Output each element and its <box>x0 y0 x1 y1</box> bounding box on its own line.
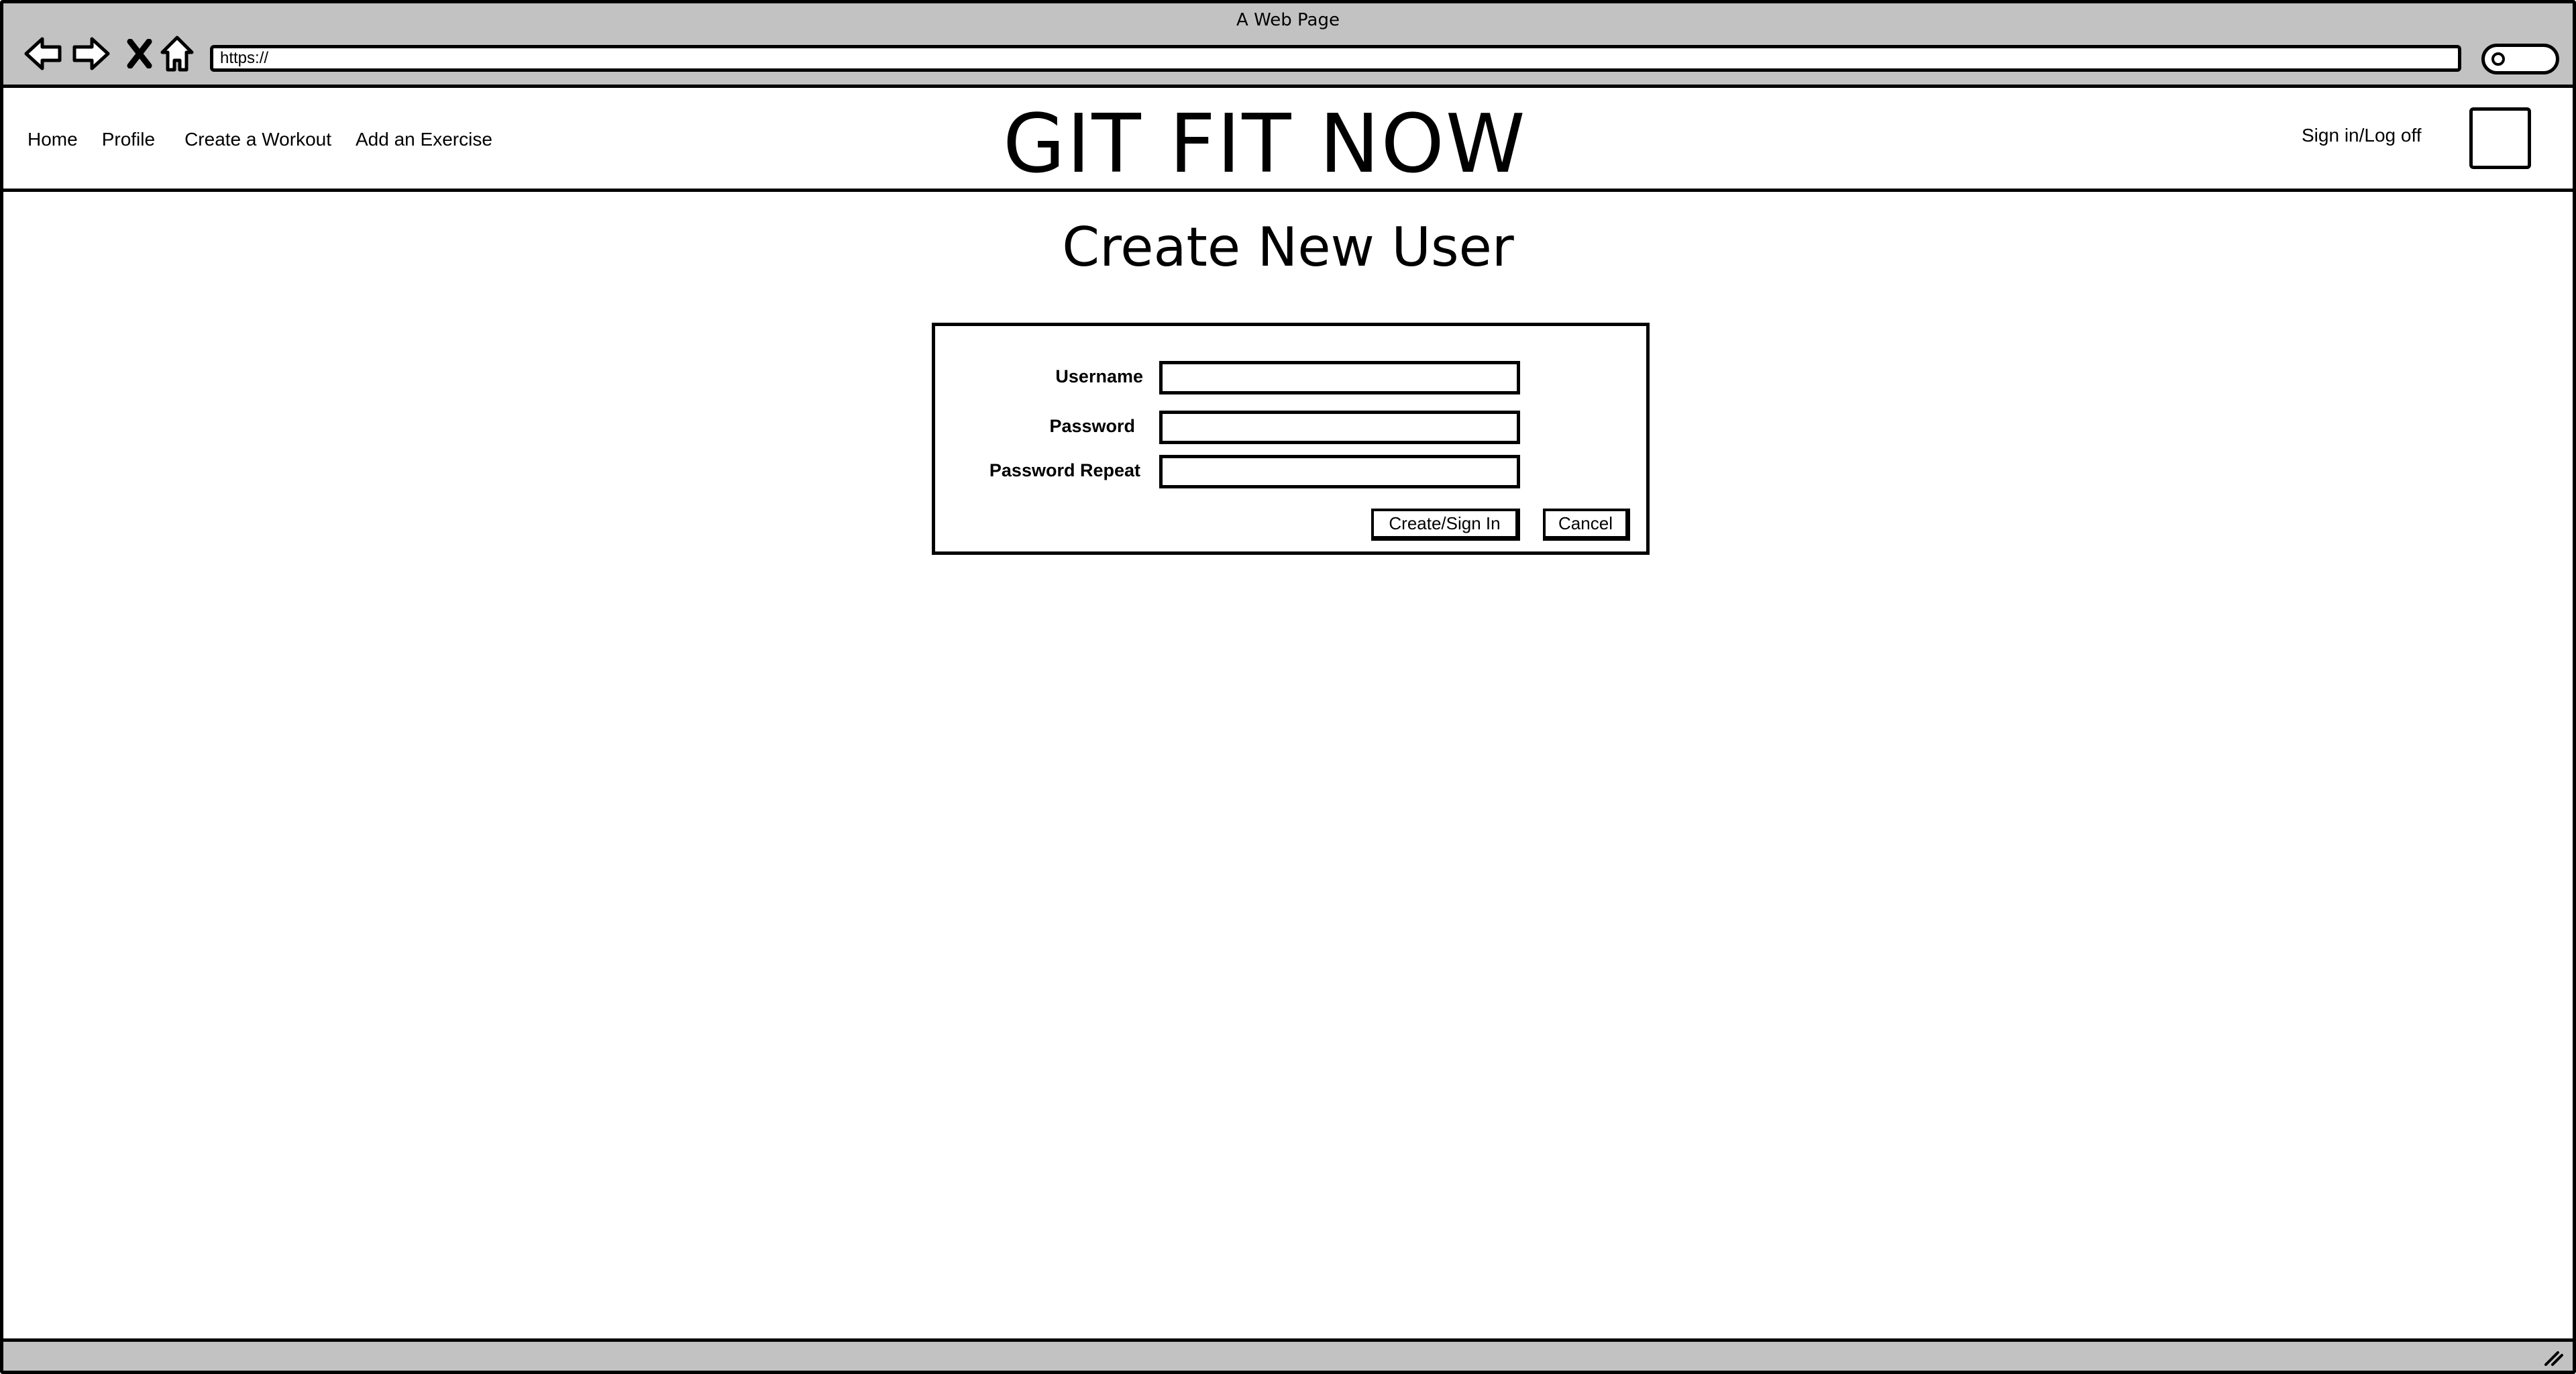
nav-link-add-exercise[interactable]: Add an Exercise <box>356 129 492 150</box>
nav-link-create-workout[interactable]: Create a Workout <box>184 129 331 150</box>
nav-link-profile[interactable]: Profile <box>102 129 155 150</box>
create-signin-button[interactable]: Create/Sign In <box>1371 509 1520 541</box>
window-title: A Web Page <box>1236 10 1340 30</box>
site-nav: Home Profile Create a Workout Add an Exe… <box>28 129 492 150</box>
site-brand: GIT FIT NOW <box>1003 98 1527 191</box>
avatar[interactable] <box>2469 107 2531 169</box>
browser-window: A Web Page https:// Home Profile Create … <box>0 0 2576 1374</box>
nav-link-home[interactable]: Home <box>28 129 78 150</box>
create-user-form: Username Password Password Repeat Create… <box>932 323 1650 555</box>
username-input[interactable] <box>1159 361 1520 394</box>
stop-icon[interactable] <box>119 33 160 74</box>
browser-status-bar <box>3 1338 2573 1371</box>
back-arrow-icon[interactable] <box>22 33 64 74</box>
site-header: Home Profile Create a Workout Add an Exe… <box>3 91 2573 192</box>
browser-search-button[interactable] <box>2481 44 2559 74</box>
forward-arrow-icon[interactable] <box>70 33 112 74</box>
home-icon[interactable] <box>156 33 198 74</box>
password-input[interactable] <box>1159 411 1520 444</box>
url-bar[interactable]: https:// <box>210 45 2461 72</box>
password-repeat-input[interactable] <box>1159 455 1520 488</box>
browser-toolbar: A Web Page https:// <box>3 3 2573 88</box>
search-icon <box>2491 52 2505 66</box>
resize-grip-icon[interactable] <box>2543 1349 2563 1367</box>
username-label: Username <box>1055 366 1143 386</box>
cancel-button[interactable]: Cancel <box>1543 509 1630 541</box>
password-label: Password <box>1049 416 1135 436</box>
signin-logoff-link[interactable]: Sign in/Log off <box>2302 125 2422 146</box>
page-title: Create New User <box>1062 216 1514 278</box>
password-repeat-label: Password Repeat <box>989 460 1140 480</box>
